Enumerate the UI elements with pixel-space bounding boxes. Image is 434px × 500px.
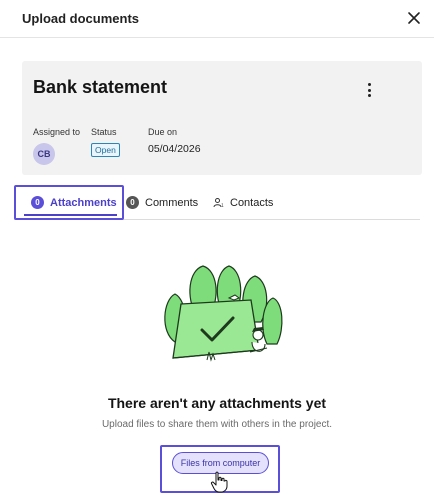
due-date: 05/04/2026	[148, 143, 201, 155]
upload-button-highlight: Files from computer	[160, 445, 280, 493]
assignee-avatar[interactable]: CB	[33, 143, 55, 165]
hand-pointer-icon	[210, 471, 228, 493]
tab-comments[interactable]: 0 Comments	[126, 185, 198, 220]
dialog-title: Upload documents	[22, 11, 140, 26]
status-badge: Open	[91, 143, 120, 157]
attachments-count-badge: 0	[31, 196, 44, 209]
tab-contacts[interactable]: 1 Contacts	[213, 185, 273, 220]
due-on-label: Due on	[148, 127, 178, 137]
task-title: Bank statement	[33, 77, 168, 97]
active-tab-indicator	[24, 214, 117, 216]
task-card: Bank statement Assigned to Status Due on…	[22, 61, 422, 175]
tab-comments-label: Comments	[145, 196, 199, 209]
tab-attachments[interactable]: 0 Attachments	[14, 185, 124, 220]
close-button[interactable]	[404, 8, 424, 28]
status-label: Status	[91, 127, 117, 137]
assigned-to-label: Assigned to	[33, 127, 81, 137]
svg-text:1: 1	[221, 203, 224, 208]
more-vertical-icon	[367, 83, 371, 86]
comments-count-badge: 0	[126, 196, 139, 209]
folder-checkmark-illustration	[164, 265, 283, 362]
empty-state-title: There aren't any attachments yet	[107, 395, 327, 411]
tab-contacts-label: Contacts	[230, 196, 274, 209]
tab-attachments-label: Attachments	[50, 196, 117, 209]
tab-bar: 0 Attachments 0 Comments 1 Contacts	[14, 185, 420, 220]
empty-state-description: Upload files to share them with others i…	[101, 419, 333, 430]
dialog-header: Upload documents	[0, 0, 434, 38]
contacts-icon: 1	[213, 198, 224, 208]
close-icon	[408, 12, 420, 24]
more-options-button[interactable]	[363, 81, 375, 99]
